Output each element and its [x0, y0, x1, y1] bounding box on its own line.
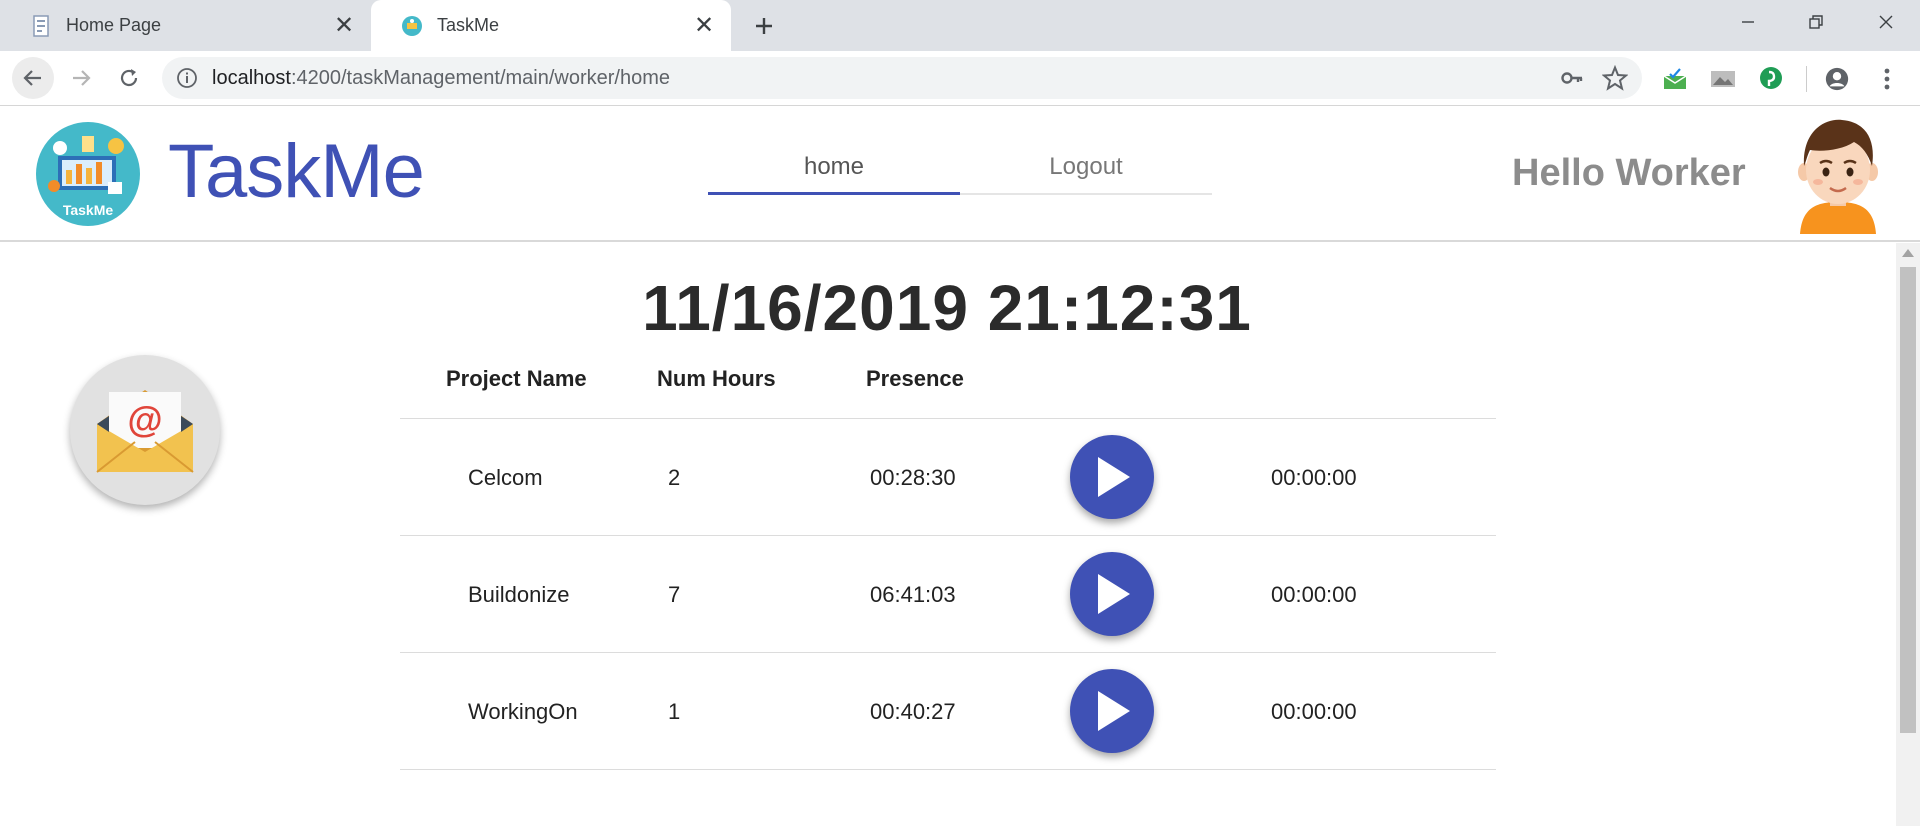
cell-presence: 06:41:03 [870, 582, 956, 607]
nav-tab-logout[interactable]: Logout [960, 140, 1212, 193]
account-icon[interactable] [1824, 66, 1850, 92]
cell-num-hours: 1 [668, 699, 681, 724]
play-icon [1098, 457, 1130, 497]
close-window-button[interactable] [1856, 0, 1916, 44]
star-icon[interactable] [1601, 64, 1629, 96]
table-row: Buildonize 7 06:41:03 00:00:00 [400, 536, 1496, 653]
app-header: TaskMe TaskMe home Logout Hello Worker [0, 106, 1920, 242]
info-icon[interactable] [176, 67, 198, 89]
new-tab-button[interactable] [744, 6, 784, 46]
play-icon [1098, 691, 1130, 731]
avatar[interactable] [1796, 116, 1880, 234]
reload-icon [120, 69, 138, 87]
extension-inbox-icon[interactable] [1662, 66, 1688, 92]
cell-project-name: Buildonize [468, 582, 570, 607]
url-text: localhost:4200/taskManagement/main/worke… [212, 67, 670, 90]
table-header-row: Project Name Num Hours Presence [400, 338, 1496, 419]
browser-tab-title: Home Page [66, 15, 162, 35]
close-icon[interactable]: ✕ [327, 9, 361, 43]
forward-button[interactable] [60, 57, 102, 99]
reload-button[interactable] [108, 57, 150, 99]
restore-icon [1809, 15, 1823, 29]
arrow-right-icon [73, 70, 91, 86]
cell-presence: 00:40:27 [870, 699, 956, 724]
cell-project-name: WorkingOn [468, 699, 578, 724]
browser-tab-home-page[interactable]: Home Page ✕ [0, 0, 371, 51]
table-row: Celcom 2 00:28:30 00:00:00 [400, 419, 1496, 536]
arrow-left-icon [23, 70, 41, 86]
cell-timer: 00:00:00 [1271, 582, 1357, 607]
cell-timer: 00:00:00 [1271, 465, 1357, 490]
plus-icon [756, 18, 772, 34]
nav-tab-home[interactable]: home [708, 140, 960, 193]
restore-button[interactable] [1786, 0, 1846, 44]
active-tab-indicator [708, 192, 960, 195]
user-avatar-icon [1798, 119, 1878, 234]
logo-caption: TaskMe [62, 202, 114, 218]
extension-evernote-icon[interactable] [1758, 66, 1784, 92]
datetime-clock: 11/16/2019 21:12:31 [642, 272, 1252, 344]
column-header-project: Project Name [446, 366, 587, 391]
tasks-table: Project Name Num Hours Presence Celcom 2… [400, 338, 1496, 770]
start-timer-button[interactable] [1070, 435, 1154, 519]
mail-button[interactable]: @ [70, 355, 220, 505]
minimize-icon [1742, 21, 1754, 23]
url-host: localhost [212, 67, 291, 89]
scrollbar-thumb[interactable] [1900, 267, 1916, 733]
close-icon [1879, 15, 1893, 29]
page-icon [30, 14, 52, 37]
minimize-button[interactable] [1718, 0, 1778, 44]
vertical-scrollbar[interactable] [1896, 243, 1920, 826]
play-icon [1098, 574, 1130, 614]
browser-tab-title: TaskMe [437, 15, 500, 35]
scroll-up-arrow[interactable] [1902, 249, 1914, 257]
address-bar[interactable]: localhost:4200/taskManagement/main/worke… [162, 57, 1642, 99]
extension-screenshot-icon[interactable] [1710, 66, 1736, 92]
brand-title: TaskMe [168, 129, 425, 214]
column-header-presence: Presence [866, 366, 964, 391]
cell-num-hours: 7 [668, 582, 681, 607]
table-row: WorkingOn 1 00:40:27 00:00:00 [400, 653, 1496, 770]
cell-project-name: Celcom [468, 465, 543, 490]
start-timer-button[interactable] [1070, 552, 1154, 636]
column-header-hours: Num Hours [657, 366, 776, 391]
envelope-at-icon: @ [96, 390, 194, 473]
close-icon[interactable]: ✕ [687, 9, 721, 43]
taskme-favicon [401, 15, 423, 37]
svg-text:@: @ [127, 399, 162, 440]
taskme-logo[interactable]: TaskMe [36, 122, 140, 226]
browser-tab-taskme[interactable]: TaskMe ✕ [371, 0, 731, 51]
greeting-text: Hello Worker [1512, 152, 1746, 194]
more-menu-icon[interactable] [1874, 66, 1900, 92]
main-content: 11/16/2019 21:12:31 @ Project Name Num H… [0, 243, 1894, 826]
start-timer-button[interactable] [1070, 669, 1154, 753]
back-button[interactable] [12, 57, 54, 99]
browser-toolbar: localhost:4200/taskManagement/main/worke… [0, 51, 1920, 106]
url-path: :4200/taskManagement/main/worker/home [290, 67, 671, 89]
cell-timer: 00:00:00 [1271, 699, 1357, 724]
toolbar-separator [1806, 66, 1807, 92]
key-icon[interactable] [1560, 66, 1584, 95]
browser-tab-bar: Home Page ✕ TaskMe ✕ [0, 0, 1920, 51]
cell-num-hours: 2 [668, 465, 681, 490]
main-nav: home Logout [708, 140, 1212, 195]
cell-presence: 00:28:30 [870, 465, 956, 490]
